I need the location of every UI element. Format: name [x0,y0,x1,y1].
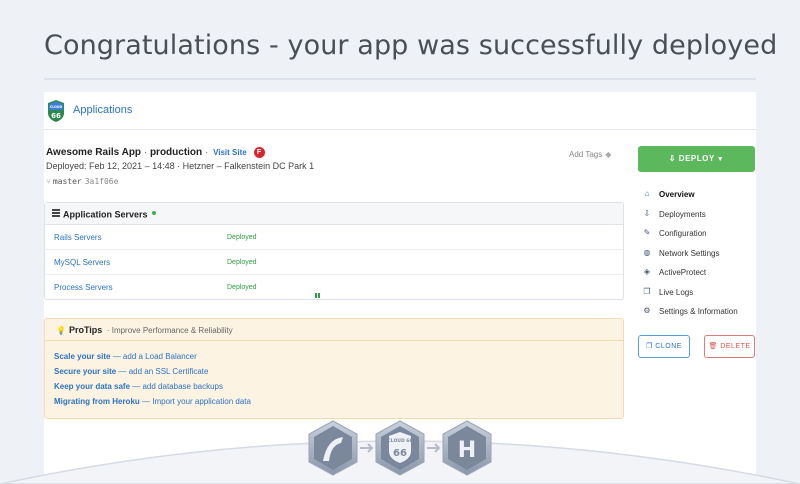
tip-secure[interactable]: Secure your site — add an SSL Certificat… [54,367,208,376]
integration-badges: CLOUD 66 66 H [308,420,492,476]
nav-label: Live Logs [659,287,694,297]
badge-text: CLOUD 66 [387,438,412,444]
servers-panel-title: Application Servers [63,209,148,220]
tip-lead: Secure your site [54,367,117,376]
rails-status: Deployed [227,234,257,241]
deploy-icon: ⇩ [643,208,651,218]
commit-hash: 3a1f06e [84,177,119,186]
protips-header: 💡 ProTips · Improve Performance & Reliabi… [45,319,623,341]
list-icon [52,209,60,218]
applications-link[interactable]: Applications [73,104,132,116]
logs-icon: ❐ [643,286,651,296]
deployment-info: Deployed: Feb 12, 2021 – 14:48 · Hetzner… [46,161,315,171]
top-bar: CLOUD 66 Applications [44,92,756,130]
delete-label: DELETE [720,343,751,350]
tip-lead: Keep your data safe [54,382,131,391]
application-servers-panel: Application Servers Rails Servers Deploy… [44,202,624,300]
tip-lead: Scale your site [54,352,111,361]
process-servers-link[interactable]: Process Servers [54,283,113,292]
tip-backups[interactable]: Keep your data safe — add database backu… [54,382,223,391]
tip-heroku[interactable]: Migrating from Heroku — Import your appl… [54,397,251,406]
trash-icon: 🗑 [708,343,718,350]
svg-text:66: 66 [393,448,407,459]
heroku-badge-icon: H [442,420,492,476]
svg-text:66: 66 [51,112,61,120]
title-separator: · [143,147,148,159]
nav-item-activeprotect[interactable]: ◈ ActiveProtect [642,266,762,286]
app-environment: production [149,147,203,159]
deploy-icon: ⇩ [668,154,677,163]
lightbulb-icon: 💡 [56,326,66,335]
nav-item-overview[interactable]: ⌂ Overview [642,188,762,208]
nav-label: Network Settings [659,248,720,258]
branch-info: ⑂ master 3a1f06e [46,177,118,186]
arrow-icon [427,443,441,453]
heroku-letter: H [458,438,476,463]
title-separator-2: · [204,147,209,159]
mysql-status: Deployed [227,259,257,266]
nav-label: Deployments [659,209,706,219]
mysql-servers-link[interactable]: MySQL Servers [54,258,110,267]
nav-label: Overview [659,190,695,199]
status-dot [151,211,156,216]
cloud66-badge-icon: CLOUD 66 66 [375,420,425,476]
rails-servers-link[interactable]: Rails Servers [54,233,102,242]
framework-badge: F [253,147,265,158]
tip-rest: — add a Load Balancer [110,352,197,361]
copy-icon: ❐ [646,343,653,350]
gear-icon: ⚙ [643,306,651,315]
protips-panel: 💡 ProTips · Improve Performance & Reliabi… [44,318,624,419]
nav-item-deployments[interactable]: ⇩ Deployments [642,208,762,228]
app-name: Awesome Rails App [46,147,142,159]
nav-label: Configuration [659,229,707,238]
protips-title: ProTips [68,325,103,335]
chevron-down-icon: ▼ [716,156,725,163]
nav-item-network-settings[interactable]: ◍ Network Settings [642,247,762,267]
tip-rest: — add database backups [130,382,223,391]
shield-icon: ◈ [643,267,651,276]
process-status: Deployed [227,284,257,291]
nav-label: Settings & Information [659,307,738,316]
server-row-rails: Rails Servers Deployed [45,225,623,250]
git-branch-icon: ⑂ [46,177,51,186]
add-tags-label: Add Tags [569,150,603,159]
visit-site-link[interactable]: Visit Site [213,148,247,157]
tip-lead: Migrating from Heroku [54,397,140,406]
nav-item-live-logs[interactable]: ❐ Live Logs [642,286,762,306]
tip-rest: — add an SSL Certificate [116,367,209,376]
server-row-mysql: MySQL Servers Deployed [45,250,623,275]
headline-divider [44,78,756,80]
tip-scale[interactable]: Scale your site — add a Load Balancer [54,352,197,361]
tag-icon: ◆ [605,150,612,159]
rails-badge-icon [308,420,358,476]
nav-item-configuration[interactable]: ✎ Configuration [642,227,762,247]
svg-text:CLOUD: CLOUD [50,105,63,109]
tip-rest: — Import your application data [139,397,251,406]
server-row-process: Process Servers Deployed [45,275,623,300]
arrow-icon [360,443,374,453]
wrench-icon: ✎ [643,228,651,237]
deploy-label: DEPLOY [678,154,715,163]
nav-label: ActiveProtect [659,268,707,277]
deploy-button[interactable]: ⇩ DEPLOY ▼ [638,146,755,172]
nav-item-settings-information[interactable]: ⚙ Settings & Information [642,305,762,325]
process-activity-icon [315,285,321,298]
delete-button[interactable]: 🗑 DELETE [704,335,755,358]
side-nav: ⌂ Overview ⇩ Deployments ✎ Configuration… [642,188,762,325]
clone-button[interactable]: ❐ CLONE [638,335,690,358]
clone-label: CLONE [655,343,682,350]
branch-name: master [52,177,82,186]
app-title: Awesome Rails App · production · Visit S… [46,147,265,158]
protips-subtitle: · Improve Performance & Reliability [106,326,233,335]
globe-icon: ◍ [643,247,651,257]
add-tags-button[interactable]: Add Tags ◆ [569,150,611,159]
home-icon: ⌂ [644,189,650,198]
servers-panel-header: Application Servers [45,203,623,225]
cloud66-logo-icon[interactable]: CLOUD 66 [46,99,66,123]
page-headline: Congratulations - your app was successfu… [44,30,778,61]
